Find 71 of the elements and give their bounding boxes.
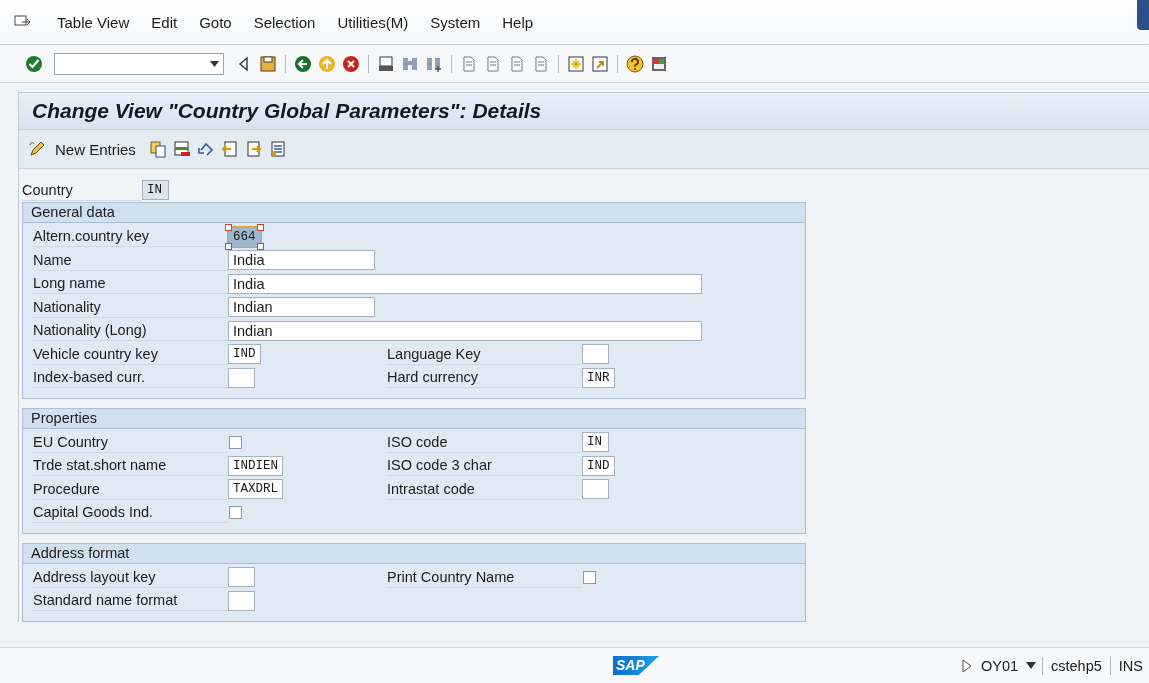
field-label: Procedure [33, 478, 228, 500]
command-field[interactable] [54, 52, 224, 75]
group-title: General data [23, 203, 805, 223]
caret-icon[interactable] [1026, 662, 1037, 669]
field-label: Vehicle country key [33, 343, 228, 365]
input-field[interactable] [228, 590, 255, 611]
field-label: Intrastat code [387, 478, 582, 500]
window-corner [1137, 0, 1149, 30]
input-field[interactable]: India [228, 273, 702, 294]
field-label: Name [33, 249, 228, 271]
field-label: Trde stat.short name [33, 455, 228, 477]
input-field[interactable] [582, 344, 609, 365]
input-field[interactable]: Indian [228, 297, 375, 318]
menu-item[interactable]: Utilities(M) [326, 13, 420, 31]
field-label: Nationality (Long) [33, 320, 228, 342]
field-label: Index-based curr. [33, 367, 228, 389]
menu-item[interactable]: Help [491, 13, 545, 31]
back-icon[interactable] [293, 53, 313, 74]
triangle-right-icon[interactable] [960, 658, 973, 673]
field-label: Standard name format [33, 590, 228, 612]
input-field[interactable]: INR [582, 367, 615, 388]
help-icon[interactable] [625, 53, 645, 74]
copy-icon[interactable] [147, 139, 168, 159]
cancel-icon[interactable] [341, 53, 361, 74]
field-label: ISO code [387, 431, 582, 453]
menu-item[interactable]: System [419, 13, 492, 31]
pencil-icon[interactable] [27, 139, 47, 159]
input-field[interactable]: Indian [228, 320, 702, 341]
input-field[interactable]: India [228, 250, 375, 271]
shortcut-icon[interactable] [590, 53, 610, 74]
logo: SAP [613, 656, 659, 675]
previous-page-icon[interactable] [219, 139, 240, 159]
input-field[interactable]: IN [142, 180, 169, 200]
field-label: Hard currency [387, 367, 582, 389]
input-field[interactable]: IND [582, 455, 615, 476]
input-field[interactable] [228, 567, 255, 588]
field-label: EU Country [33, 431, 228, 453]
server-name: cstehp5 [1050, 657, 1103, 674]
checkbox[interactable] [229, 506, 242, 520]
insert-mode: INS [1117, 657, 1144, 674]
dropdown-icon[interactable] [210, 60, 219, 67]
field-label: Address layout key [33, 566, 228, 588]
new-entries-button[interactable]: New Entries [51, 140, 144, 158]
checkbox[interactable] [583, 570, 596, 584]
input-field[interactable]: TAXDRL [228, 479, 283, 500]
new-window-icon[interactable] [566, 53, 586, 74]
input-field[interactable] [582, 479, 609, 500]
field-label: Print Country Name [387, 566, 582, 588]
menu-item[interactable]: Edit [140, 13, 189, 31]
checkbox[interactable] [229, 435, 242, 449]
field-label: Capital Goods Ind. [33, 502, 228, 524]
input-field[interactable]: IN [582, 432, 609, 453]
screen-title: Change View "Country Global Parameters": Details [19, 93, 1149, 129]
menu-item[interactable]: Table View [46, 13, 141, 31]
group-title: Address format [23, 543, 805, 564]
print-icon[interactable] [376, 53, 396, 74]
delete-row-icon[interactable] [171, 139, 192, 159]
input-field[interactable] [228, 367, 255, 388]
menu-item[interactable]: Goto [188, 13, 243, 31]
menu-item[interactable]: Selection [242, 13, 327, 31]
input-field[interactable]: IND [228, 344, 261, 365]
field-label: Language Key [387, 343, 582, 365]
check-icon[interactable] [24, 53, 44, 74]
input-field[interactable]: 664 [228, 226, 261, 247]
group-title: Properties [23, 408, 805, 429]
field-label: Long name [33, 273, 228, 295]
transaction-code: OY01 [979, 657, 1020, 674]
save-icon[interactable] [258, 53, 278, 74]
input-field[interactable]: INDIEN [228, 455, 283, 476]
field-label: ISO code 3 char [387, 455, 582, 477]
field-label: Nationality [33, 296, 228, 318]
